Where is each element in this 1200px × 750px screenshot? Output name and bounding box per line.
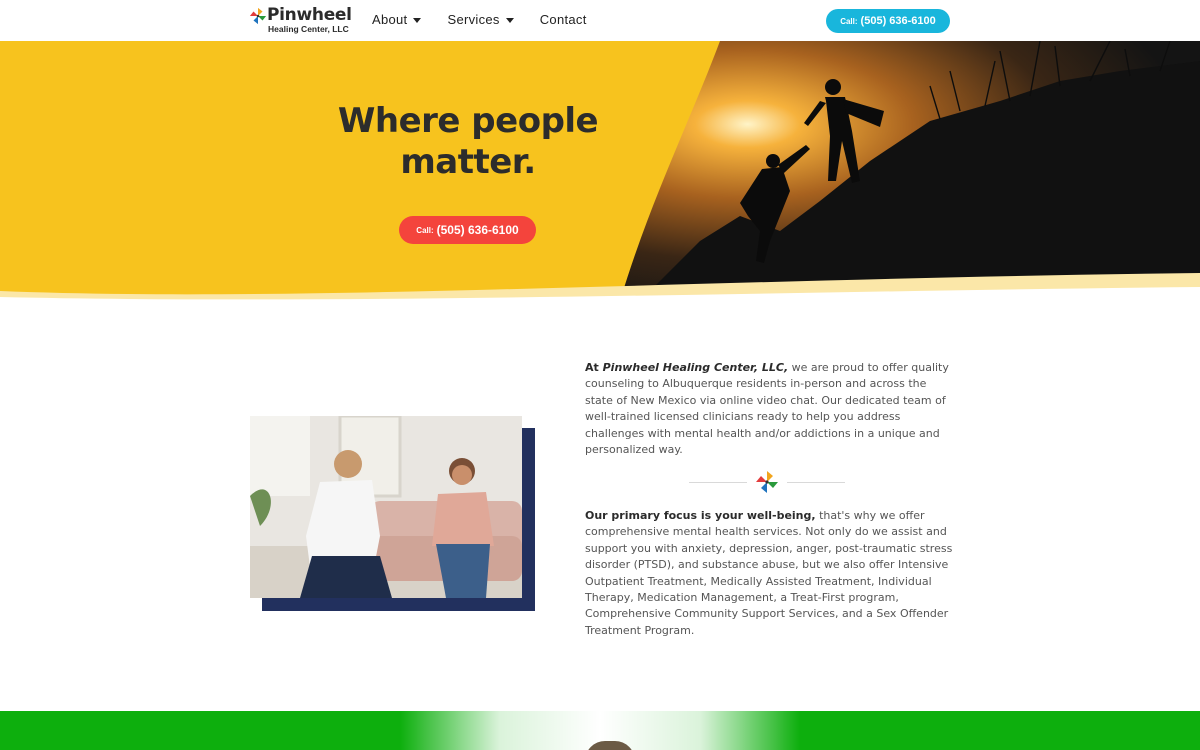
header-call-button[interactable]: Call: (505) 636-6100 [826,9,950,33]
nav-item-label: Contact [539,12,587,27]
focus-body: that's why we offer comprehensive mental… [585,509,953,637]
org-name: Pinwheel Healing Center, LLC, [602,361,789,374]
intro-body: we are proud to offer quality counseling… [585,361,949,457]
call-phone: (505) 636-6100 [436,223,519,237]
site-header: Pinwheel Healing Center, LLC About Servi… [0,0,1200,41]
intro-lead: At [585,361,603,374]
nav-item-label: About [372,12,408,27]
counseling-photo-block [250,416,535,611]
pinwheel-logo-icon [249,7,267,25]
chevron-down-icon [413,17,422,23]
divider-line [689,482,747,483]
nav-item-label: Services [447,12,500,27]
intro-paragraph: At Pinwheel Healing Center, LLC, we are … [585,360,953,458]
pinwheel-divider-icon [756,471,778,493]
counseling-session-photo [250,416,522,598]
brand-name: Pinwheel [267,5,352,25]
next-section-band [0,711,1200,750]
main-nav: About Services Contact [372,12,613,27]
hero-section: Where people matter. Call: (505) 636-610… [0,41,1200,301]
nav-item-about[interactable]: About [372,12,422,27]
hero-call-button[interactable]: Call: (505) 636-6100 [399,216,536,244]
call-prefix: Call: [416,225,434,235]
nav-item-contact[interactable]: Contact [540,12,587,27]
nav-item-services[interactable]: Services [447,12,514,27]
brand-logo[interactable]: Pinwheel Healing Center, LLC [249,5,352,36]
call-phone: (505) 636-6100 [860,15,936,27]
focus-paragraph: Our primary focus is your well-being, th… [585,508,953,639]
focus-lead: Our primary focus is your well-being, [585,509,816,522]
section-divider [689,470,845,496]
divider-line [787,482,845,483]
chevron-down-icon [505,17,514,23]
hero-title: Where people matter. [337,101,599,182]
brand-subtitle: Healing Center, LLC [268,24,349,34]
call-prefix: Call: [840,16,858,26]
